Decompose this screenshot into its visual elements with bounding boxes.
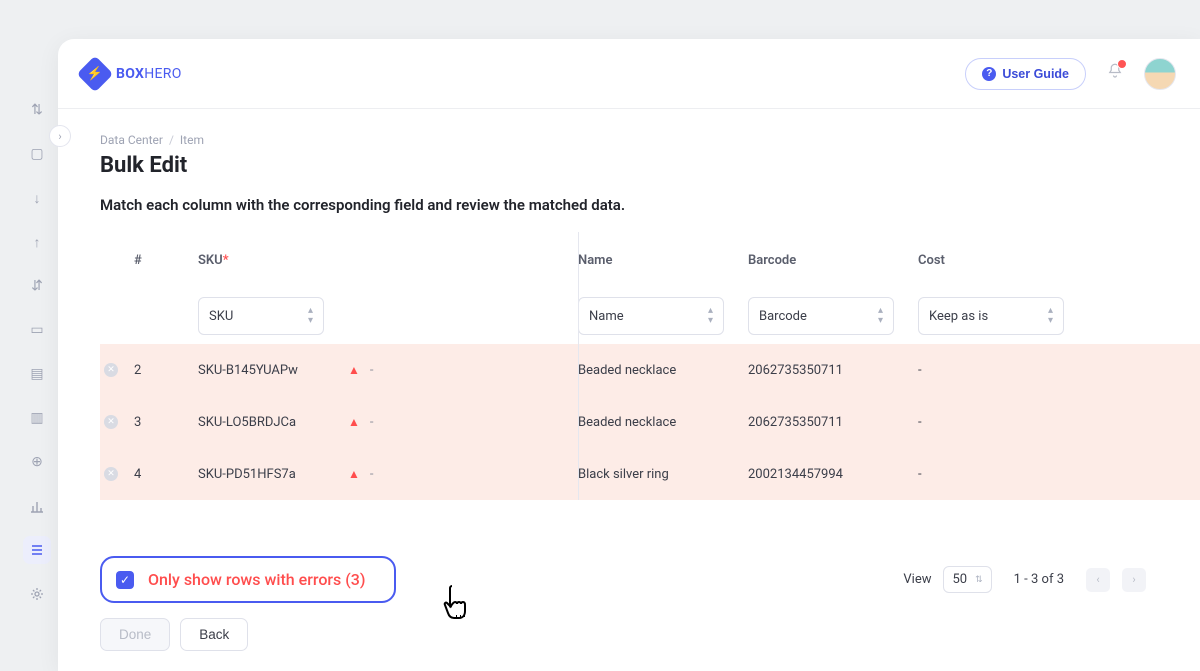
user-guide-button[interactable]: ? User Guide bbox=[965, 58, 1086, 90]
row-barcode: 2062735350711 bbox=[748, 363, 918, 378]
nav-list-icon[interactable] bbox=[23, 536, 51, 564]
nav-calendar-icon[interactable]: ▭ bbox=[23, 316, 51, 344]
field-mapping-row: SKU▴▾ Name▴▾ Barcode▴▾ Keep as is▴▾ bbox=[100, 288, 1200, 344]
row-name: Beaded necklace bbox=[578, 363, 748, 378]
row-barcode: 2062735350711 bbox=[748, 415, 918, 430]
nav-card-icon[interactable]: ▥ bbox=[23, 404, 51, 432]
sidebar-collapse-toggle[interactable]: › bbox=[49, 125, 71, 147]
breadcrumb-root[interactable]: Data Center bbox=[100, 133, 163, 147]
view-label: View bbox=[903, 572, 931, 587]
alert-icon: ▲ bbox=[348, 363, 360, 377]
page-size-select[interactable]: 50 ⇅ bbox=[943, 566, 991, 593]
table-row: ✕ 4 SKU-PD51HFS7a ▲- Black silver ring 2… bbox=[100, 448, 1200, 500]
remove-row-icon[interactable]: ✕ bbox=[104, 467, 118, 481]
nav-box-icon[interactable]: ▢ bbox=[23, 140, 51, 168]
nav-sort-icon[interactable]: ⇅ bbox=[23, 96, 51, 124]
row-cost: - bbox=[918, 415, 1088, 430]
nav-chart-icon[interactable] bbox=[23, 492, 51, 520]
page-title: Bulk Edit bbox=[100, 153, 1200, 178]
row-name: Beaded necklace bbox=[578, 415, 748, 430]
row-barcode: 2002134457994 bbox=[748, 467, 918, 482]
row-sku: SKU-B145YUAPw bbox=[198, 363, 348, 378]
filter-label: Only show rows with errors (3) bbox=[148, 570, 366, 589]
remove-row-icon[interactable]: ✕ bbox=[104, 363, 118, 377]
row-error: ▲- bbox=[348, 415, 578, 430]
notification-dot bbox=[1117, 59, 1127, 69]
nav-download-icon[interactable]: ↓ bbox=[23, 184, 51, 212]
side-nav: ⇅ ▢ ↓ ↑ ⇵ ▭ ▤ ▥ ⊕ bbox=[22, 96, 52, 608]
next-page-button[interactable]: › bbox=[1122, 568, 1146, 592]
breadcrumb: Data Center / Item bbox=[100, 133, 1200, 147]
row-cost: - bbox=[918, 467, 1088, 482]
notifications-bell-icon[interactable] bbox=[1106, 62, 1124, 85]
table-footer: ✓ Only show rows with errors (3) View 50… bbox=[100, 556, 1200, 603]
question-icon: ? bbox=[982, 67, 996, 81]
col-header-barcode: Barcode bbox=[748, 253, 918, 268]
nav-note-icon[interactable]: ▤ bbox=[23, 360, 51, 388]
filter-checkbox-icon: ✓ bbox=[116, 571, 134, 589]
user-guide-label: User Guide bbox=[1002, 67, 1069, 81]
instruction-text: Match each column with the corresponding… bbox=[100, 196, 1200, 214]
alert-icon: ▲ bbox=[348, 467, 360, 481]
brand: BOXHERO bbox=[82, 61, 182, 87]
table-header-row: # SKU* Name Barcode Cost bbox=[100, 232, 1200, 288]
nav-settings-icon[interactable] bbox=[23, 580, 51, 608]
col-header-sku: SKU* bbox=[198, 253, 348, 268]
alert-icon: ▲ bbox=[348, 415, 360, 429]
row-sku: SKU-PD51HFS7a bbox=[198, 467, 348, 482]
row-error: ▲- bbox=[348, 467, 578, 482]
row-sku: SKU-LO5BRDJCa bbox=[198, 415, 348, 430]
brand-logo-icon bbox=[77, 55, 114, 92]
sku-mapping-select[interactable]: SKU▴▾ bbox=[198, 297, 324, 335]
main-content: Data Center / Item Bulk Edit Match each … bbox=[58, 109, 1200, 603]
row-number: 3 bbox=[134, 415, 198, 430]
cost-mapping-select[interactable]: Keep as is▴▾ bbox=[918, 297, 1064, 335]
row-name: Black silver ring bbox=[578, 467, 748, 482]
row-number: 4 bbox=[134, 467, 198, 482]
barcode-mapping-select[interactable]: Barcode▴▾ bbox=[748, 297, 894, 335]
nav-upload-icon[interactable]: ↑ bbox=[23, 228, 51, 256]
done-button: Done bbox=[100, 618, 170, 651]
name-mapping-select[interactable]: Name▴▾ bbox=[578, 297, 724, 335]
nav-transfer-icon[interactable]: ⇵ bbox=[23, 272, 51, 300]
col-header-number: # bbox=[134, 253, 198, 268]
app-panel: BOXHERO ? User Guide Data Center / Item … bbox=[58, 39, 1200, 671]
row-error: ▲- bbox=[348, 363, 578, 378]
prev-page-button[interactable]: ‹ bbox=[1086, 568, 1110, 592]
data-table: # SKU* Name Barcode Cost SKU▴▾ Name▴▾ Ba… bbox=[100, 232, 1200, 500]
table-row: ✕ 2 SKU-B145YUAPw ▲- Beaded necklace 206… bbox=[100, 344, 1200, 396]
avatar[interactable] bbox=[1144, 58, 1176, 90]
header-bar: BOXHERO ? User Guide bbox=[58, 39, 1200, 109]
back-button[interactable]: Back bbox=[180, 618, 248, 651]
col-header-cost: Cost bbox=[918, 253, 1088, 268]
breadcrumb-leaf[interactable]: Item bbox=[180, 133, 204, 147]
nav-add-icon[interactable]: ⊕ bbox=[23, 448, 51, 476]
pagination: View 50 ⇅ 1 - 3 of 3 ‹ › bbox=[903, 566, 1146, 593]
row-number: 2 bbox=[134, 363, 198, 378]
brand-name: BOXHERO bbox=[116, 66, 182, 82]
remove-row-icon[interactable]: ✕ bbox=[104, 415, 118, 429]
table-row: ✕ 3 SKU-LO5BRDJCa ▲- Beaded necklace 206… bbox=[100, 396, 1200, 448]
row-cost: - bbox=[918, 363, 1088, 378]
page-range: 1 - 3 of 3 bbox=[1014, 572, 1064, 587]
errors-only-filter[interactable]: ✓ Only show rows with errors (3) bbox=[100, 556, 396, 603]
column-divider bbox=[578, 232, 579, 500]
col-header-name: Name bbox=[578, 253, 748, 268]
